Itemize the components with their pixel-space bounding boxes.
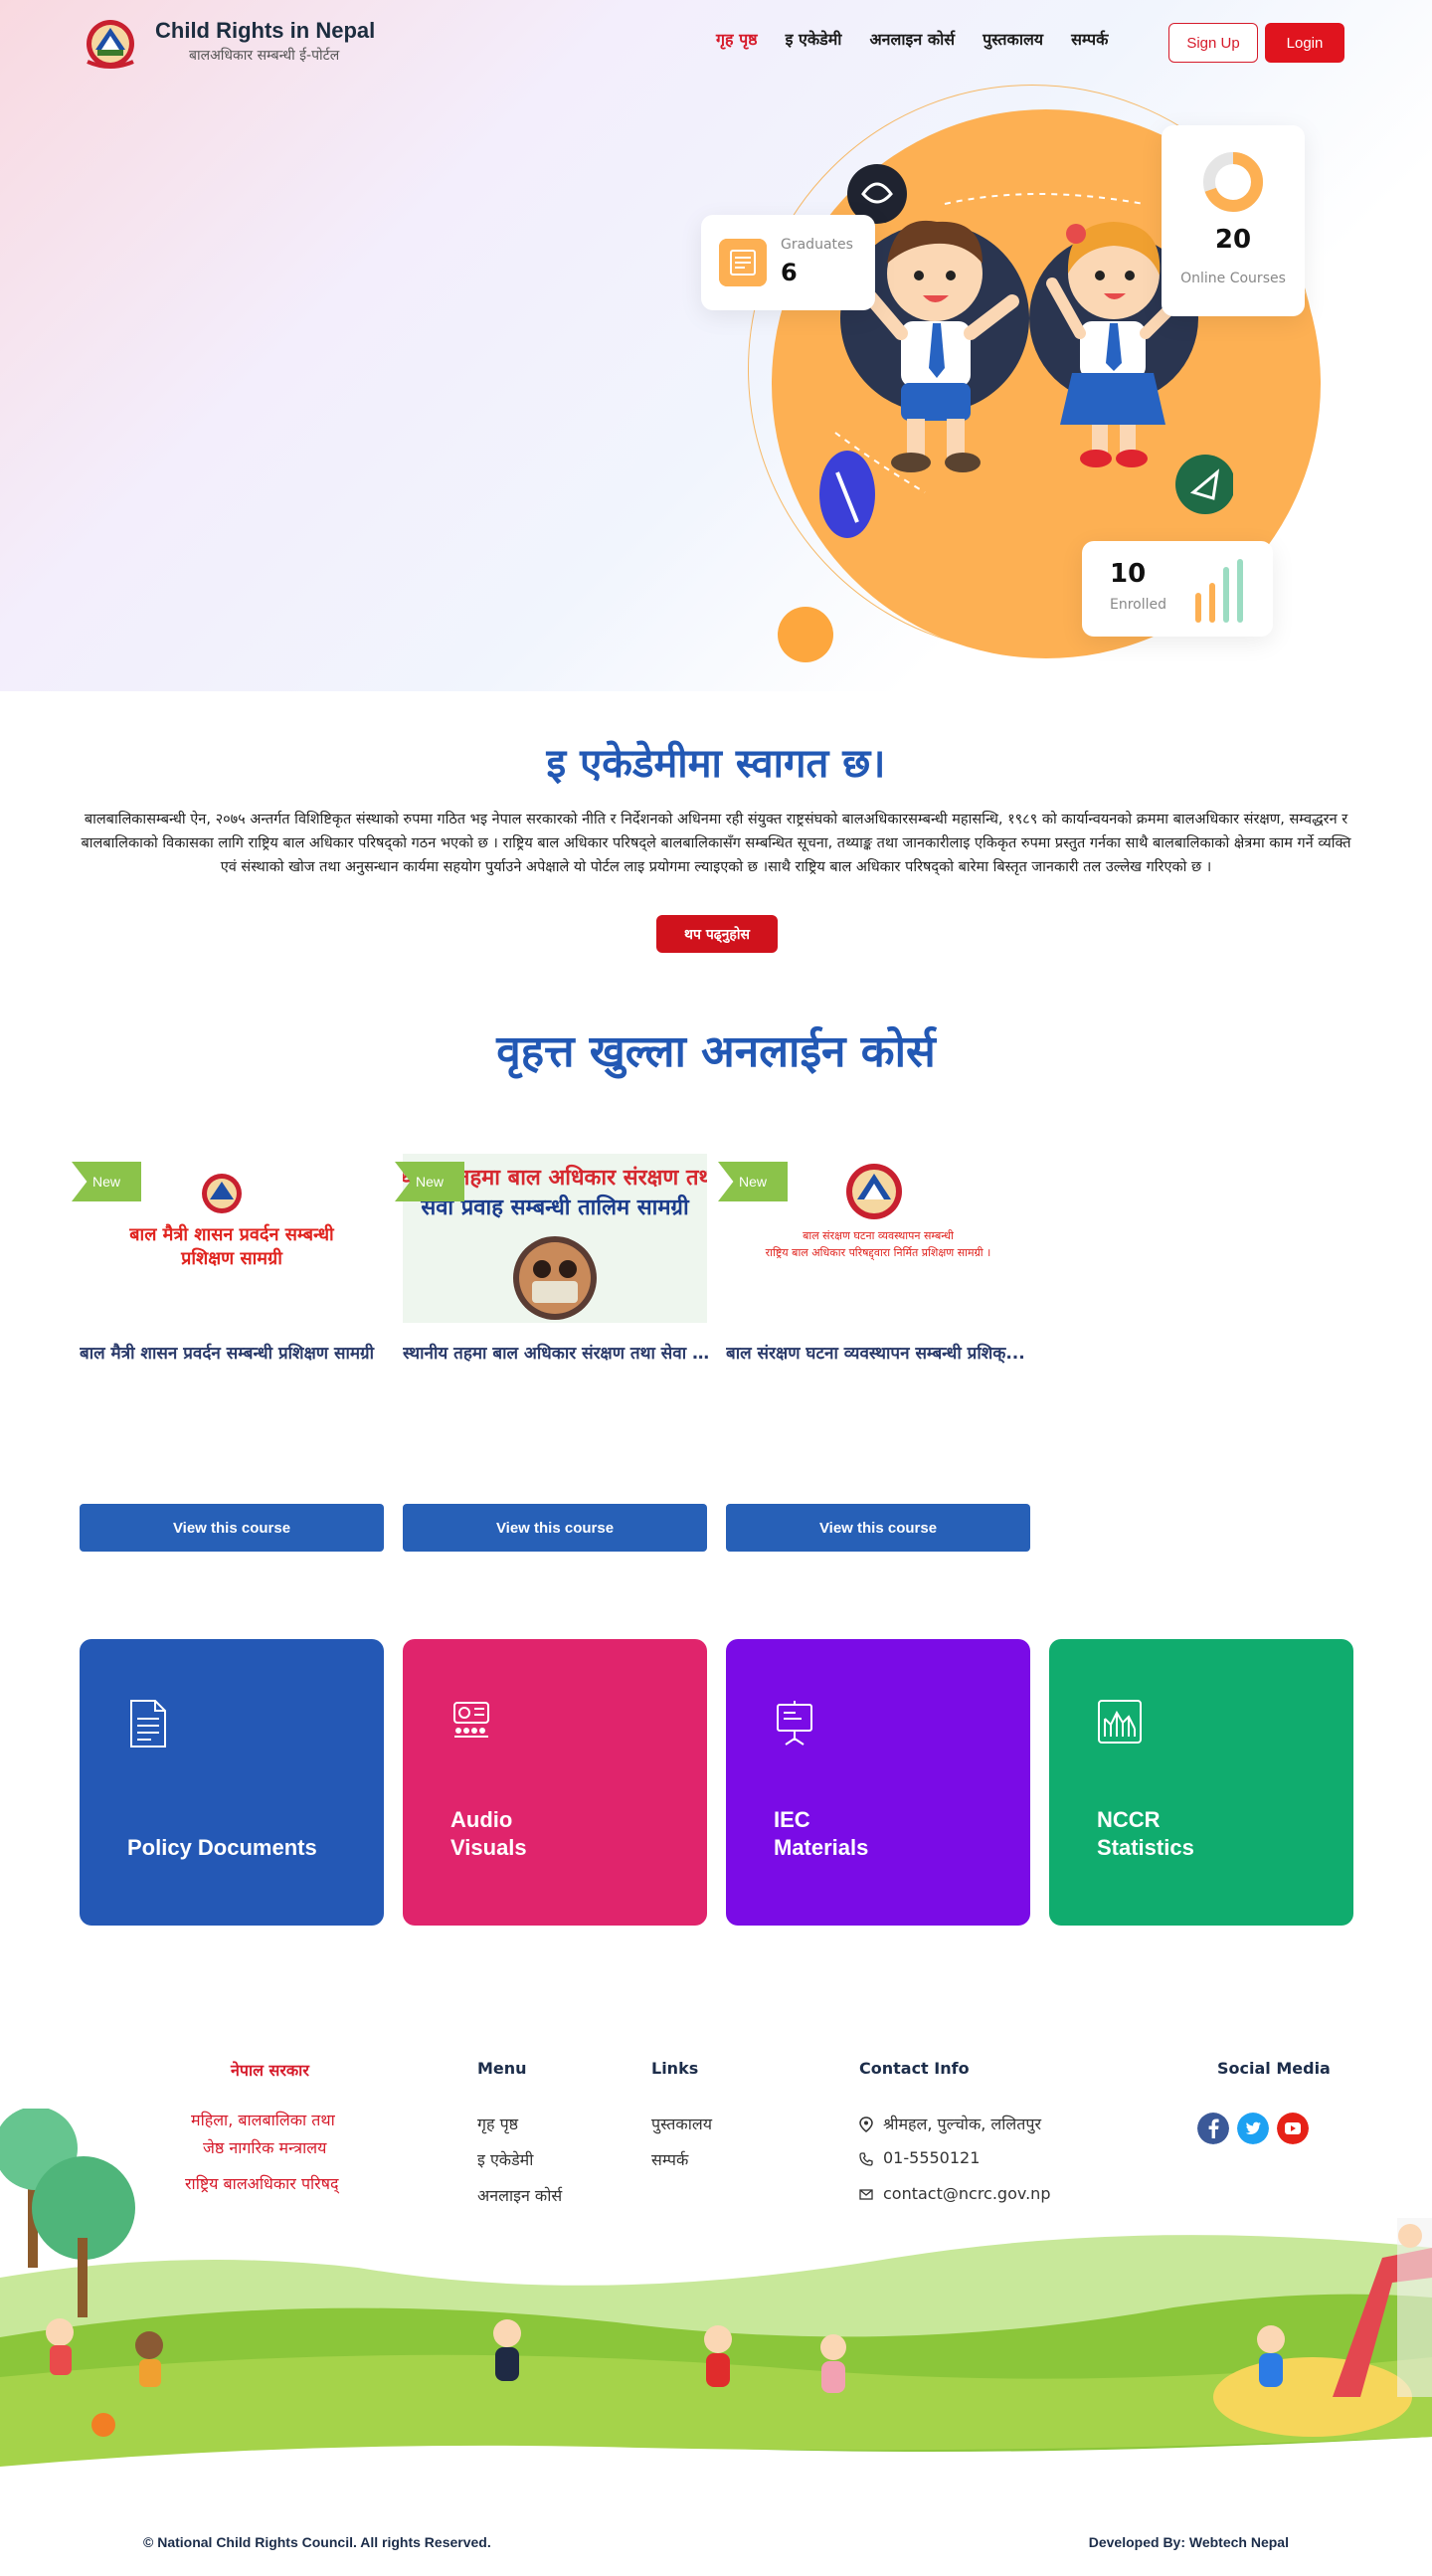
login-button[interactable]: Login <box>1265 23 1344 63</box>
children-reading-image <box>513 1236 597 1320</box>
read-more-button[interactable]: थप पढ्नुहोस <box>656 915 778 953</box>
footer-links-link[interactable]: पुस्तकालय <box>651 2113 712 2134</box>
online-courses-label: Online Courses <box>1180 271 1286 286</box>
footer-menu-link[interactable]: अनलाइन कोर्स <box>477 2184 562 2206</box>
graduates-label: Graduates <box>781 237 853 253</box>
bar-chart-icon <box>1195 559 1243 623</box>
footer-address: श्रीमहल, पुल्चोक, ललितपुर <box>883 2115 1042 2133</box>
courses-title: वृहत्त खुल्ला अनलाईन कोर्स <box>496 1026 936 1077</box>
category-label: Policy Documents <box>127 1835 317 1860</box>
phone-icon <box>859 2152 873 2166</box>
facebook-icon[interactable] <box>1197 2113 1229 2144</box>
view-course-button[interactable]: View this course <box>726 1504 1030 1552</box>
online-courses-value: 20 <box>1214 225 1252 255</box>
chart-icon <box>1098 1700 1142 1744</box>
footer-menu-link[interactable]: इ एकेडेमी <box>477 2148 533 2170</box>
main-nav: गृह पृष्ठ इ एकेडेमी अनलाइन कोर्स पुस्तका… <box>716 28 1108 50</box>
enrolled-label: Enrolled <box>1110 597 1167 613</box>
enrolled-value: 10 <box>1110 559 1147 589</box>
nepal-emblem-logo[interactable] <box>80 14 141 70</box>
category-nccr-statistics[interactable]: NCCR Statistics <box>1049 1639 1353 1926</box>
course-thumb-line: राष्ट्रिय बाल अधिकार परिषद्द्वारा निर्मि… <box>765 1246 991 1259</box>
welcome-text: बालबालिकासम्बन्धी ऐन, २०७५ अन्तर्गत विशि… <box>81 812 1351 875</box>
footer-gov-title: नेपाल सरकार <box>231 2061 309 2080</box>
footer-ministry-line: जेष्ठ नागरिक मन्त्रालय <box>203 2138 327 2157</box>
footer-menu-link[interactable]: गृह पृष्ठ <box>477 2113 518 2134</box>
signup-button[interactable]: Sign Up <box>1168 23 1258 63</box>
course-title[interactable]: स्थानीय तहमा बाल अधिकार संरक्षण तथा सेवा… <box>403 1341 711 1364</box>
developer-credit[interactable]: Developed By: Webtech Nepal <box>1089 2534 1289 2550</box>
category-audio-visuals[interactable]: Audio Visuals <box>403 1639 707 1926</box>
twitter-icon[interactable] <box>1237 2113 1269 2144</box>
nav-eacademy[interactable]: इ एकेडेमी <box>786 28 842 50</box>
donut-chart-icon <box>1203 152 1263 212</box>
course-title[interactable]: बाल मैत्री शासन प्रवर्दन सम्बन्धी प्रशिक… <box>80 1341 388 1364</box>
footer-social-title: Social Media <box>1217 2059 1331 2078</box>
copyright-text: © National Child Rights Council. All rig… <box>143 2534 491 2550</box>
projector-icon <box>453 1702 489 1738</box>
category-label: Audio Visuals <box>450 1807 527 1860</box>
graduates-value: 6 <box>781 259 798 286</box>
course-thumb-line: प्रशिक्षण सामग्री <box>181 1248 282 1269</box>
footer-playground-illustration <box>0 2109 1432 2467</box>
course-title[interactable]: बाल संरक्षण घटना व्यवस्थापन सम्बन्धी प्र… <box>726 1341 1034 1364</box>
nepal-emblem-icon <box>846 1164 902 1219</box>
presentation-board-icon <box>777 1701 812 1746</box>
course-thumb-line: बाल मैत्री शासन प्रवर्दन सम्बन्धी <box>129 1224 334 1245</box>
nepal-emblem-icon <box>202 1174 242 1213</box>
document-icon <box>130 1700 166 1748</box>
youtube-icon[interactable] <box>1277 2113 1309 2144</box>
certificate-icon <box>719 239 767 286</box>
enrolled-card: 10 Enrolled <box>1082 541 1273 637</box>
site-header: Child Rights in Nepal बालअधिकार सम्बन्धी… <box>0 0 1432 85</box>
brand-title: Child Rights in Nepal <box>155 18 376 43</box>
email-icon <box>859 2189 873 2200</box>
footer-menu-title: Menu <box>477 2059 527 2078</box>
welcome-title: इ एकेडेमीमा स्वागत छ। <box>546 741 886 787</box>
category-policy-documents[interactable]: Policy Documents <box>80 1639 384 1926</box>
brand-subtitle: बालअधिकार सम्बन्धी ई-पोर्टल <box>189 48 340 64</box>
location-pin-icon <box>859 2116 873 2132</box>
footer-phone[interactable]: 01-5550121 <box>883 2148 980 2167</box>
category-iec-materials[interactable]: IEC Materials <box>726 1639 1030 1926</box>
course-thumb-line: बाल संरक्षण घटना व्यवस्थापन सम्बन्धी <box>803 1229 954 1242</box>
nav-online-course[interactable]: अनलाइन कोर्स <box>869 28 955 50</box>
view-course-button[interactable]: View this course <box>403 1504 707 1552</box>
footer-email[interactable]: contact@ncrc.gov.np <box>883 2184 1050 2203</box>
nav-home[interactable]: गृह पृष्ठ <box>716 28 758 50</box>
footer-links-link[interactable]: सम्पर्क <box>651 2148 688 2170</box>
footer-links-title: Links <box>651 2059 699 2078</box>
nav-library[interactable]: पुस्तकालय <box>983 28 1043 50</box>
category-label: IEC Materials <box>774 1807 869 1860</box>
graduates-card: Graduates 6 <box>701 215 875 310</box>
hero-dot <box>778 607 833 662</box>
footer-contact-title: Contact Info <box>859 2059 970 2078</box>
view-course-button[interactable]: View this course <box>80 1504 384 1552</box>
footer-ministry-line: महिला, बालबालिका तथा <box>191 2111 335 2129</box>
online-courses-card: 20 Online Courses <box>1162 125 1305 316</box>
nav-contact[interactable]: सम्पर्क <box>1071 28 1108 50</box>
category-label: NCCR Statistics <box>1097 1807 1194 1860</box>
footer-council-link[interactable]: राष्ट्रिय बालअधिकार परिषद् <box>185 2172 338 2194</box>
